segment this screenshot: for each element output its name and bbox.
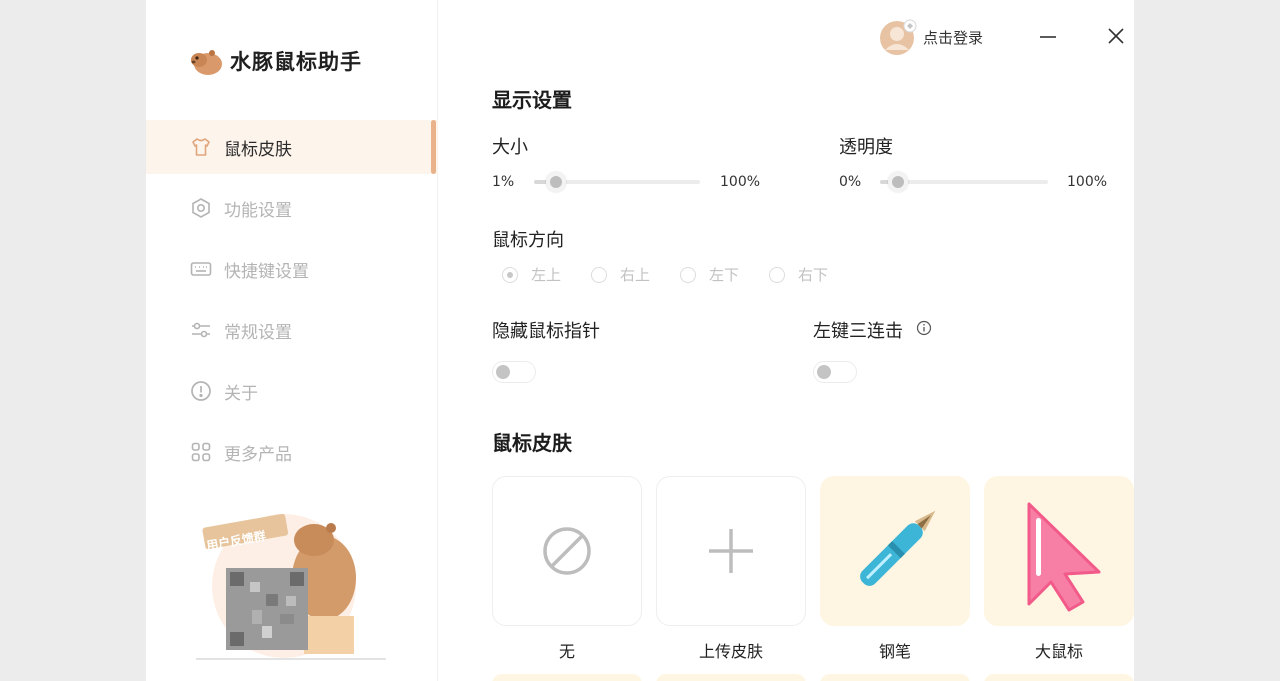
hexagon-gear-icon (190, 197, 212, 219)
active-indicator (431, 120, 436, 174)
toggle-knob (817, 365, 831, 379)
feedback-illustration (196, 513, 386, 660)
radio-label: 左下 (709, 266, 740, 284)
direction-option-top-left[interactable]: 左上 (502, 264, 561, 285)
sidebar-item-label: 快捷键设置 (224, 261, 309, 282)
login-button[interactable]: 点击登录 (879, 18, 983, 56)
toggle-knob (496, 365, 510, 379)
sidebar-item-label: 鼠标皮肤 (224, 139, 292, 160)
size-slider[interactable] (534, 172, 700, 192)
skin-card-partial[interactable] (984, 674, 1134, 681)
main-panel: 点击登录 显示设置 大小 1% 100% 透明度 0% 100% 鼠标方向 左上… (438, 0, 1134, 681)
direction-label: 鼠标方向 (492, 230, 564, 251)
size-label: 大小 (492, 137, 528, 158)
sidebar-item-shortcut-settings[interactable]: 快捷键设置 (146, 242, 438, 296)
direction-radio-group: 左上 右上 左下 右下 (502, 264, 858, 285)
size-slider-thumb[interactable] (545, 172, 566, 192)
opacity-min: 0% (839, 174, 862, 190)
minimize-button[interactable] (1036, 24, 1060, 48)
sidebar-item-general-settings[interactable]: 常规设置 (146, 303, 438, 357)
sidebar-item-label: 功能设置 (224, 200, 292, 221)
hide-pointer-label: 隐藏鼠标指针 (492, 321, 600, 342)
radio-label: 左上 (531, 266, 562, 284)
app-title: 水豚鼠标助手 (230, 50, 362, 74)
pink-cursor-icon (1027, 502, 1101, 612)
size-min: 1% (492, 174, 515, 190)
close-icon (1108, 28, 1124, 44)
radio-button[interactable] (502, 266, 518, 283)
display-settings-title: 显示设置 (492, 88, 572, 112)
hide-pointer-toggle[interactable] (492, 361, 536, 383)
triple-click-toggle[interactable] (813, 361, 857, 383)
radio-button[interactable] (769, 266, 786, 283)
capybara-logo-icon (191, 50, 222, 75)
plus-icon (709, 529, 753, 573)
sidebar-item-label: 更多产品 (224, 444, 292, 465)
info-icon[interactable] (916, 320, 932, 336)
skin-label: 无 (558, 642, 575, 661)
size-max: 100% (720, 174, 761, 190)
close-button[interactable] (1104, 24, 1128, 48)
minimize-icon (1040, 36, 1056, 38)
avatar (880, 19, 917, 55)
sliders-icon (190, 319, 212, 341)
skin-card-partial[interactable] (656, 674, 806, 681)
direction-option-bottom-right[interactable]: 右下 (769, 264, 828, 285)
sidebar-item-label: 关于 (224, 383, 258, 404)
direction-option-top-right[interactable]: 右上 (591, 264, 650, 285)
fountain-pen-icon (860, 510, 936, 586)
shirt-icon (190, 136, 212, 158)
skin-label: 大鼠标 (1034, 642, 1083, 661)
opacity-slider-thumb[interactable] (888, 172, 909, 192)
sidebar: 水豚鼠标助手 鼠标皮肤 功能设置 快捷键设置 常规设置 关于 更多产品 用户反馈… (146, 0, 438, 681)
prohibit-icon (543, 527, 591, 575)
sidebar-item-mouse-skin[interactable]: 鼠标皮肤 (146, 120, 438, 174)
skin-card-fountain-pen[interactable] (820, 476, 970, 626)
skin-card-big-cursor[interactable] (984, 476, 1134, 626)
radio-label: 右下 (798, 266, 829, 284)
triple-click-label: 左键三连击 (813, 321, 903, 342)
exclamation-circle-icon (190, 380, 212, 402)
radio-button[interactable] (591, 266, 608, 283)
skin-card-partial[interactable] (820, 674, 970, 681)
keyboard-icon (190, 258, 212, 280)
opacity-max: 100% (1067, 174, 1108, 190)
opacity-label: 透明度 (839, 137, 893, 158)
skin-card-none[interactable] (492, 476, 642, 626)
skin-card-partial[interactable] (492, 674, 642, 681)
skin-label: 钢笔 (878, 642, 911, 661)
feedback-qr-card[interactable]: 用户反馈群 (196, 506, 416, 666)
app-window: 水豚鼠标助手 鼠标皮肤 功能设置 快捷键设置 常规设置 关于 更多产品 用户反馈… (146, 0, 1134, 681)
mouse-skin-title: 鼠标皮肤 (492, 431, 572, 455)
direction-option-bottom-left[interactable]: 左下 (680, 264, 739, 285)
sidebar-item-about[interactable]: 关于 (146, 364, 438, 418)
radio-label: 右上 (620, 266, 651, 284)
app-logo: 水豚鼠标助手 (190, 44, 362, 78)
sidebar-item-more-products[interactable]: 更多产品 (146, 425, 438, 479)
skin-label: 上传皮肤 (698, 642, 763, 661)
radio-button[interactable] (680, 266, 697, 283)
opacity-slider[interactable] (880, 172, 1048, 192)
login-text: 点击登录 (923, 28, 984, 47)
sidebar-item-function-settings[interactable]: 功能设置 (146, 181, 438, 235)
skin-card-upload[interactable] (656, 476, 806, 626)
sidebar-item-label: 常规设置 (224, 322, 292, 343)
grid-icon (190, 441, 212, 463)
